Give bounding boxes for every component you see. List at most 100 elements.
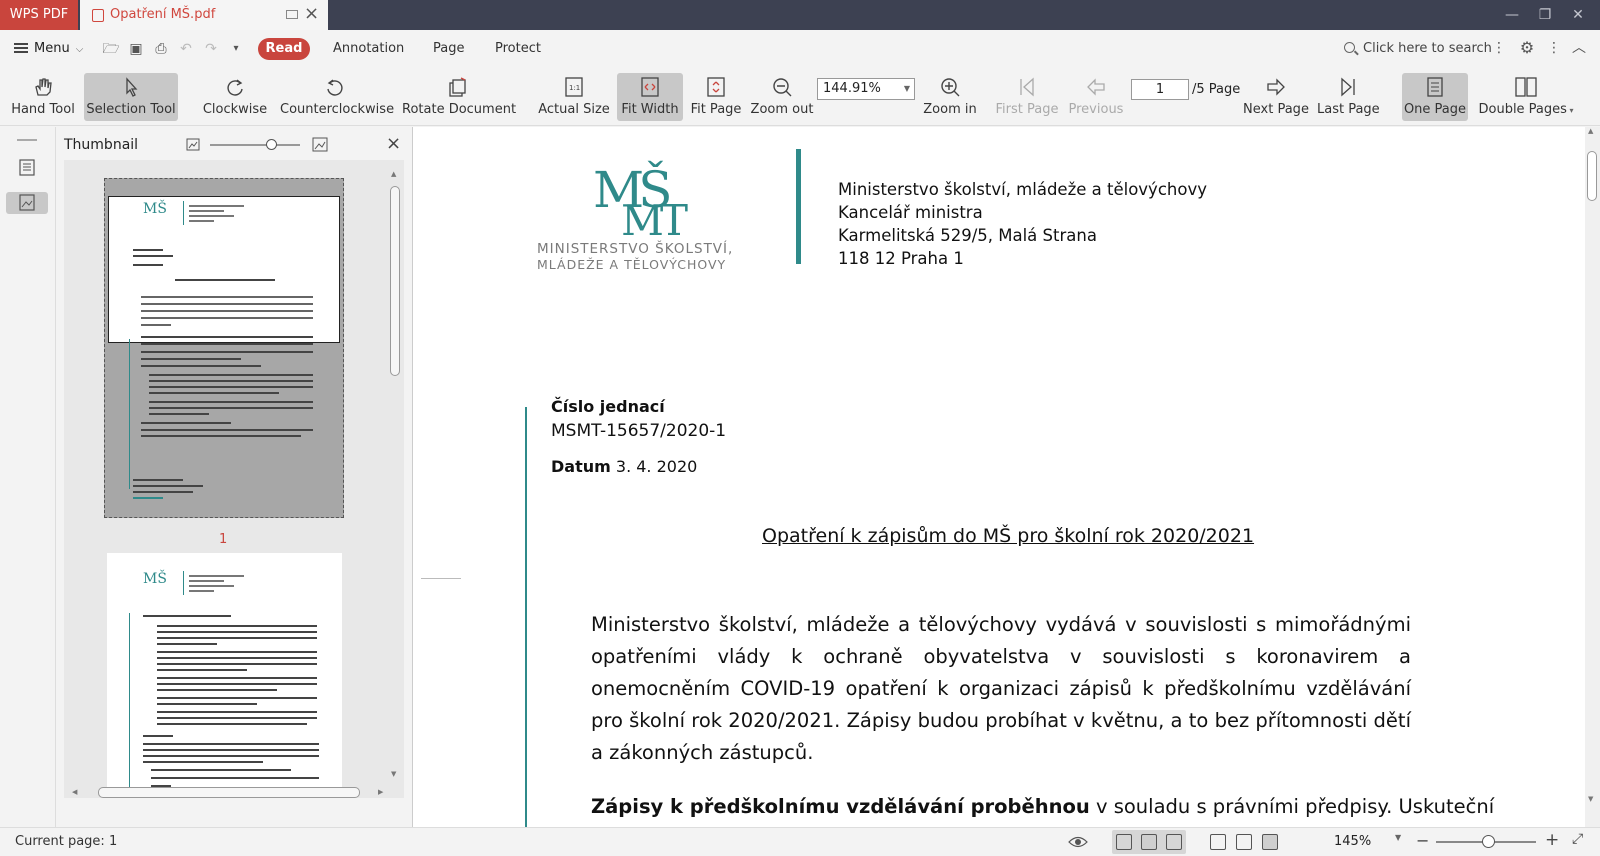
print-icon[interactable]: ⎙ — [152, 40, 170, 58]
scroll-down-icon[interactable]: ▼ — [1588, 795, 1593, 803]
rotate-counterclockwise-icon — [324, 77, 346, 97]
zoom-in-icon — [939, 77, 961, 97]
actual-size-status-icon[interactable] — [1210, 834, 1226, 850]
thumbnail-large-icon[interactable] — [312, 137, 328, 153]
paragraph-2-text: v souladu s právními předpisy. Uskuteční — [1089, 795, 1495, 818]
continuous-layout-icon[interactable] — [1116, 834, 1132, 850]
thumbnail-vertical-scrollbar[interactable]: ▲ ▼ — [389, 170, 401, 790]
address-line-1: Ministerstvo školství, mládeže a tělovýc… — [838, 180, 1207, 199]
pop-out-window-icon[interactable] — [286, 10, 298, 19]
svg-text:MŠ: MŠ — [143, 569, 167, 587]
scroll-up-icon[interactable]: ▲ — [391, 170, 396, 178]
first-page-button[interactable]: First Page — [995, 73, 1059, 121]
fullscreen-icon[interactable]: ⤢ — [1572, 831, 1583, 847]
previous-page-button[interactable]: Previous — [1066, 73, 1126, 121]
double-pages-icon — [1515, 77, 1537, 97]
rotate-document-button[interactable]: Rotate Document — [402, 73, 516, 121]
next-page-button[interactable]: Next Page — [1243, 73, 1309, 121]
double-page-layout-icon[interactable] — [1166, 834, 1182, 850]
eye-read-mode-icon[interactable] — [1068, 835, 1088, 849]
date-value: 3. 4. 2020 — [615, 457, 698, 476]
zoom-out-minus-icon[interactable]: − — [1416, 831, 1429, 850]
reference-number-label: Číslo jednací — [551, 397, 665, 416]
tab-page[interactable]: Page — [433, 38, 464, 60]
more-options-icon[interactable]: ⋮ — [1545, 39, 1563, 57]
bookmarks-panel-button[interactable] — [6, 157, 48, 179]
collapse-ribbon-icon[interactable]: ︿ — [1570, 39, 1588, 57]
settings-gear-icon[interactable]: ⚙ — [1518, 39, 1536, 57]
search-icon — [1344, 42, 1355, 53]
toolbar: Hand Tool Selection Tool Clockwise Count… — [0, 68, 1600, 126]
zoom-in-button[interactable]: Zoom in — [920, 73, 980, 121]
page-number-input[interactable]: 1 — [1131, 79, 1189, 100]
undo-icon[interactable]: ↶ — [177, 40, 195, 58]
scroll-left-icon[interactable]: ◀ — [72, 788, 77, 796]
tab-protect[interactable]: Protect — [495, 38, 541, 60]
list-icon — [19, 159, 35, 176]
thumbnail-header: Thumbnail × — [64, 133, 404, 155]
zoom-in-plus-icon[interactable]: + — [1545, 830, 1559, 850]
double-pages-text: Double Pages — [1478, 102, 1567, 117]
close-window-icon[interactable]: ✕ — [1563, 0, 1593, 30]
actual-size-button[interactable]: 1:1 Actual Size — [536, 73, 612, 121]
pdf-file-icon — [92, 9, 104, 22]
thumbnail-panel: Thumbnail × MŠ 1 MŠ ▲ ▼ ◀ ▶ — [56, 127, 412, 827]
restore-window-icon[interactable]: ❐ — [1530, 0, 1560, 30]
chevron-down-icon: ⌵ — [75, 44, 84, 55]
thumbnail-page-1-content: MŠ — [129, 199, 313, 499]
thumbnail-size-slider[interactable] — [210, 144, 300, 146]
hand-icon — [32, 77, 54, 97]
quick-access-dropdown-icon[interactable]: ▾ — [227, 40, 245, 58]
document-vertical-scrollbar[interactable]: ▲ ▼ — [1585, 127, 1600, 827]
drag-handle-icon[interactable] — [17, 139, 37, 141]
thumbnail-scroll-thumb[interactable] — [390, 186, 400, 376]
zoom-dropdown-icon[interactable]: ▼ — [1395, 833, 1401, 842]
thumbnail-panel-button[interactable] — [6, 192, 48, 214]
scroll-down-icon[interactable]: ▼ — [391, 770, 396, 778]
zoom-slider-handle[interactable] — [1482, 835, 1495, 848]
minimize-window-icon[interactable]: — — [1497, 0, 1527, 30]
horizontal-scroll-thumb[interactable] — [98, 787, 360, 798]
document-view[interactable]: MŠ MT MINISTERSTVO ŠKOLSTVÍ, MLÁDEŽE A T… — [412, 127, 1585, 827]
zoom-out-button[interactable]: Zoom out — [750, 73, 814, 121]
one-page-button[interactable]: One Page — [1402, 73, 1468, 121]
document-margin-rule — [525, 407, 527, 827]
fit-width-button[interactable]: Fit Width — [617, 73, 683, 121]
fit-width-status-icon[interactable] — [1262, 834, 1278, 850]
status-zoom-value[interactable]: 145% — [1334, 828, 1371, 856]
last-page-button[interactable]: Last Page — [1317, 73, 1380, 121]
open-file-icon[interactable]: 🗁 — [102, 40, 120, 58]
zoom-out-icon — [771, 77, 793, 97]
zoom-out-label: Zoom out — [750, 102, 814, 117]
single-page-layout-icon[interactable] — [1141, 834, 1157, 850]
thumbnail-small-icon[interactable] — [186, 138, 200, 152]
thumbnail-size-slider-handle[interactable] — [266, 139, 277, 150]
main-menu-button[interactable]: Menu ⌵ — [14, 38, 83, 60]
thumbnail-page-1[interactable]: MŠ — [104, 178, 344, 518]
scroll-up-icon[interactable]: ▲ — [1588, 127, 1593, 135]
scroll-right-icon[interactable]: ▶ — [378, 788, 383, 796]
thumbnail-page-2[interactable]: MŠ — [107, 553, 342, 798]
search-box[interactable]: Click here to search — [1344, 38, 1492, 60]
zoom-level-select[interactable]: 144.91% ▼ — [817, 78, 915, 100]
fit-page-status-icon[interactable] — [1236, 834, 1252, 850]
more-vertical-icon[interactable]: ⋮ — [1490, 39, 1508, 57]
fit-page-button[interactable]: Fit Page — [688, 73, 744, 121]
hand-tool-button[interactable]: Hand Tool — [10, 73, 76, 121]
selection-tool-button[interactable]: Selection Tool — [84, 73, 178, 121]
app-name-badge[interactable]: WPS PDF — [0, 0, 78, 30]
redo-icon[interactable]: ↷ — [202, 40, 220, 58]
one-page-label: One Page — [1403, 102, 1467, 117]
save-icon[interactable]: ▣ — [127, 40, 145, 58]
tab-annotation[interactable]: Annotation — [333, 38, 404, 60]
thumbnail-horizontal-scrollbar[interactable]: ◀ ▶ — [72, 787, 392, 799]
svg-text:MŠ: MŠ — [143, 199, 167, 217]
close-panel-icon[interactable]: × — [386, 133, 401, 154]
rotate-counterclockwise-button[interactable]: Counterclockwise — [280, 73, 394, 121]
rotate-clockwise-button[interactable]: Clockwise — [202, 73, 268, 121]
double-pages-button[interactable]: Double Pages ▾ — [1478, 73, 1574, 121]
close-tab-icon[interactable]: × — [304, 4, 319, 24]
document-tab[interactable]: Opatření MŠ.pdf × — [80, 0, 328, 30]
tab-read[interactable]: Read — [258, 38, 310, 60]
document-scroll-thumb[interactable] — [1587, 151, 1597, 201]
